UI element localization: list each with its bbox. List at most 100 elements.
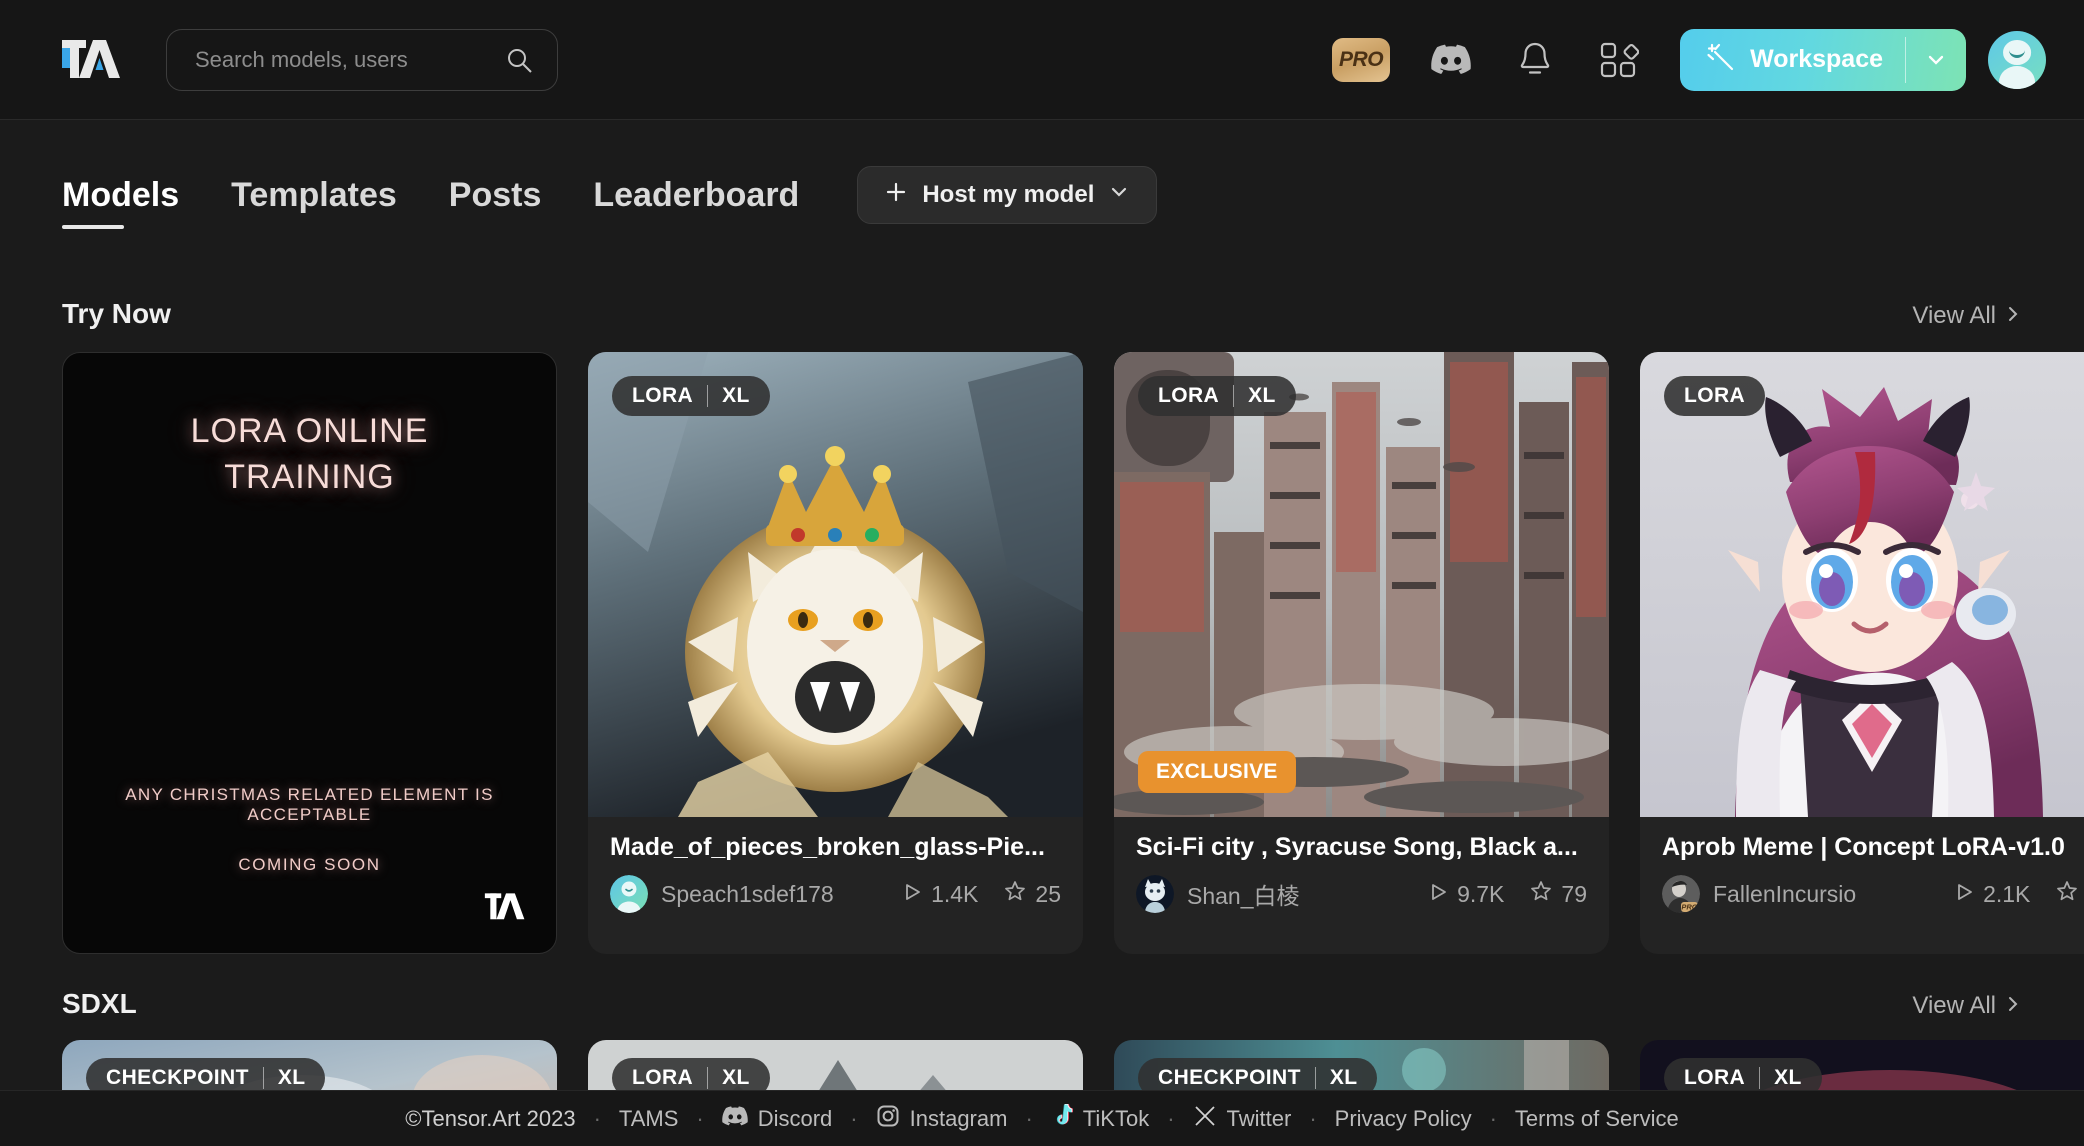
search-icon[interactable] [505, 46, 533, 74]
avatar-body [1999, 66, 2035, 89]
author-name[interactable]: Shan_白棱 [1187, 877, 1300, 911]
author-avatar[interactable] [1136, 875, 1174, 913]
badge-type: CHECKPOINT [106, 1066, 249, 1089]
footer-separator: · [696, 1105, 704, 1131]
tensorart-logo[interactable] [62, 38, 124, 82]
plus-icon [884, 180, 908, 211]
main-nav-tabs: Models Templates Posts Leaderboard Host … [62, 166, 1158, 238]
badge-type: LORA [1684, 1066, 1746, 1089]
badge-separator [707, 1067, 709, 1089]
model-card-title[interactable]: Made_of_pieces_broken_glass-Pie... [610, 833, 1061, 862]
footer-link-twitter[interactable]: Twitter [1193, 1104, 1292, 1134]
model-badge: LORA [1664, 376, 1766, 416]
run-count-value: 1.4K [931, 880, 979, 907]
badge-separator [262, 1067, 264, 1089]
badge-type: CHECKPOINT [1158, 1066, 1301, 1089]
star-count-value: 79 [1561, 880, 1587, 907]
star-count-value: 25 [1035, 880, 1061, 907]
badge-separator [707, 385, 709, 407]
footer-link-label: Twitter [1226, 1105, 1292, 1131]
page-root: PRO [0, 0, 2084, 1146]
tab-leaderboard[interactable]: Leaderboard [593, 176, 799, 229]
host-my-model-label: Host my model [922, 181, 1095, 208]
model-card[interactable]: LORA Aprob Meme | Concept LoRA-v1.0 PRO [1640, 352, 2084, 954]
play-icon [902, 881, 922, 908]
model-card-meta: Speach1sdef178 1.4K 25 [610, 875, 1061, 913]
footer-separator: · [1167, 1105, 1175, 1131]
exclusive-badge: EXCLUSIVE [1138, 751, 1296, 793]
badge-type: LORA [632, 1066, 694, 1089]
footer-link-discord[interactable]: Discord [721, 1106, 832, 1132]
model-card[interactable]: LORA XL EXCLUSIVE Sci-Fi city , Syracuse… [1114, 352, 1609, 954]
footer-link-terms-of-service[interactable]: Terms of Service [1515, 1106, 1679, 1132]
model-card-image[interactable]: LORA XL [588, 352, 1083, 817]
discord-icon[interactable] [1428, 37, 1474, 83]
star-icon [2056, 880, 2078, 908]
badge-variant: XL [722, 1066, 750, 1089]
view-all-try-now[interactable]: View All [1912, 302, 2022, 330]
footer-separator: · [850, 1105, 858, 1131]
author-name[interactable]: FallenIncursio [1713, 881, 1856, 908]
footer-link-instagram[interactable]: Instagram [876, 1104, 1008, 1134]
tab-templates[interactable]: Templates [231, 176, 397, 229]
svg-text:PRO: PRO [1681, 903, 1697, 912]
model-card-image[interactable]: LORA XL EXCLUSIVE [1114, 352, 1609, 817]
badge-separator [1314, 1067, 1316, 1089]
footer-separator: · [593, 1105, 601, 1131]
footer-link-label: TAMS [618, 1105, 679, 1131]
workspace-chevron-down-icon[interactable] [1906, 29, 1966, 91]
author-name[interactable]: Speach1sdef178 [661, 881, 834, 908]
footer-link-tams[interactable]: TAMS [619, 1106, 678, 1132]
promo-title: LORA ONLINE TRAINING [63, 409, 556, 501]
model-card-image[interactable]: LORA [1640, 352, 2084, 817]
footer-link-label: Instagram [909, 1105, 1008, 1131]
workspace-main[interactable]: Workspace [1680, 29, 1905, 91]
model-badge: LORA XL [1138, 376, 1296, 416]
badge-type: LORA [1684, 384, 1746, 407]
model-card-title[interactable]: Aprob Meme | Concept LoRA-v1.0 [1662, 833, 2084, 862]
view-all-label: View All [1912, 302, 1996, 329]
star-count[interactable]: 81 [2056, 880, 2084, 908]
view-all-sdxl[interactable]: View All [1912, 992, 2022, 1020]
footer-link-label: Terms of Service [1514, 1105, 1679, 1131]
header-actions: PRO Workspace [1332, 28, 2046, 91]
author-avatar[interactable]: PRO [1662, 875, 1700, 913]
footer-link-label: Privacy Policy [1334, 1105, 1472, 1131]
apps-grid-icon[interactable] [1596, 37, 1642, 83]
search-box[interactable] [166, 28, 558, 91]
model-card-meta: Shan_白棱 9.7K 79 [1136, 875, 1587, 913]
star-count[interactable]: 25 [1004, 880, 1061, 908]
bell-icon[interactable] [1512, 37, 1558, 83]
pro-badge[interactable]: PRO [1332, 37, 1391, 82]
badge-separator [1759, 1067, 1761, 1089]
top-header: PRO [0, 0, 2084, 120]
tiktok-icon [1051, 1103, 1073, 1134]
promo-tensorart-logo [484, 892, 528, 927]
tab-models[interactable]: Models [62, 176, 179, 229]
promo-title-line1: LORA ONLINE [190, 412, 429, 450]
section-title-try-now: Try Now [62, 298, 171, 329]
run-count-value: 2.1K [1983, 880, 2031, 907]
section-header-sdxl: SDXL View All [62, 988, 2022, 1020]
footer-link-privacy-policy[interactable]: Privacy Policy [1335, 1106, 1472, 1132]
model-card-title[interactable]: Sci-Fi city , Syracuse Song, Black a... [1136, 833, 1587, 862]
author-avatar[interactable] [610, 875, 648, 913]
star-count[interactable]: 79 [1530, 880, 1587, 908]
run-count: 9.7K [1428, 881, 1504, 908]
host-my-model-button[interactable]: Host my model [857, 166, 1158, 224]
badge-variant: XL [1248, 384, 1276, 407]
host-chevron-down-icon [1108, 181, 1130, 210]
model-badge: LORA XL [612, 376, 770, 416]
workspace-button[interactable]: Workspace [1680, 28, 1966, 91]
chevron-right-icon [2004, 992, 2022, 1020]
user-avatar[interactable] [1988, 30, 2046, 89]
footer-link-tiktok[interactable]: TiKTok [1051, 1103, 1149, 1134]
tab-posts[interactable]: Posts [449, 176, 542, 229]
promo-card-lora-online-training[interactable]: LORA ONLINE TRAINING ANY CHRISTMAS RELAT… [62, 352, 557, 954]
model-card[interactable]: LORA XL Made_of_pieces_broken_glass-Pie.… [588, 352, 1083, 954]
search-input[interactable] [195, 46, 505, 73]
star-icon [1530, 880, 1552, 908]
footer-separator: · [1489, 1105, 1497, 1131]
chevron-right-icon [2004, 302, 2022, 330]
play-icon [1954, 881, 1974, 908]
